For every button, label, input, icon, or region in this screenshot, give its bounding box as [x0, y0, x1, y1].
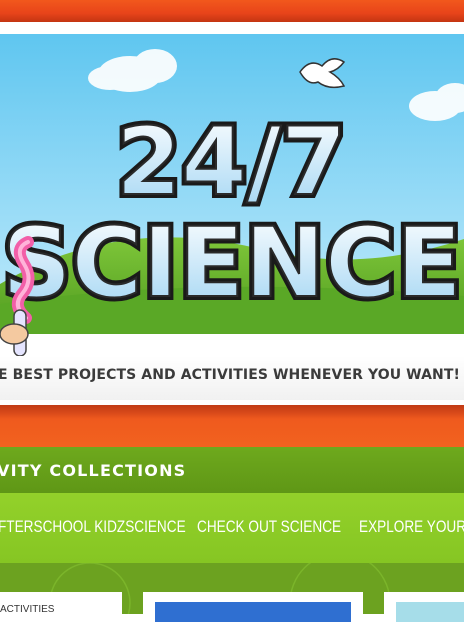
- svg-text:24/7: 24/7: [116, 108, 347, 217]
- hero-banner: 24/7 24/7 SCIENCE SCIENCE E BEST PROJECT…: [0, 34, 464, 406]
- tab-explore-your-world[interactable]: EXPLORE YOUR W: [359, 517, 464, 537]
- hero-illustration: 24/7 24/7 SCIENCE SCIENCE: [0, 34, 464, 357]
- card-2[interactable]: [143, 592, 363, 622]
- tab-check-out-science[interactable]: CHECK OUT SCIENCE: [197, 517, 341, 537]
- orange-divider: [0, 405, 464, 447]
- card-activities-label: ACTIVITIES: [0, 604, 55, 615]
- top-orange-bar: [0, 0, 464, 22]
- collections-title: VITY COLLECTIONS: [0, 461, 187, 480]
- card-3-image: [396, 602, 464, 622]
- title-science: SCIENCE SCIENCE: [0, 203, 464, 323]
- svg-text:SCIENCE: SCIENCE: [2, 207, 462, 319]
- card-3[interactable]: [384, 592, 464, 622]
- card-2-image: [155, 602, 351, 622]
- title-24-7: 24/7 24/7: [112, 104, 351, 221]
- hero-tagline: E BEST PROJECTS AND ACTIVITIES WHENEVER …: [0, 367, 460, 383]
- tab-afterschool-kidzscience[interactable]: FTERSCHOOL KIDZSCIENCE: [0, 517, 186, 537]
